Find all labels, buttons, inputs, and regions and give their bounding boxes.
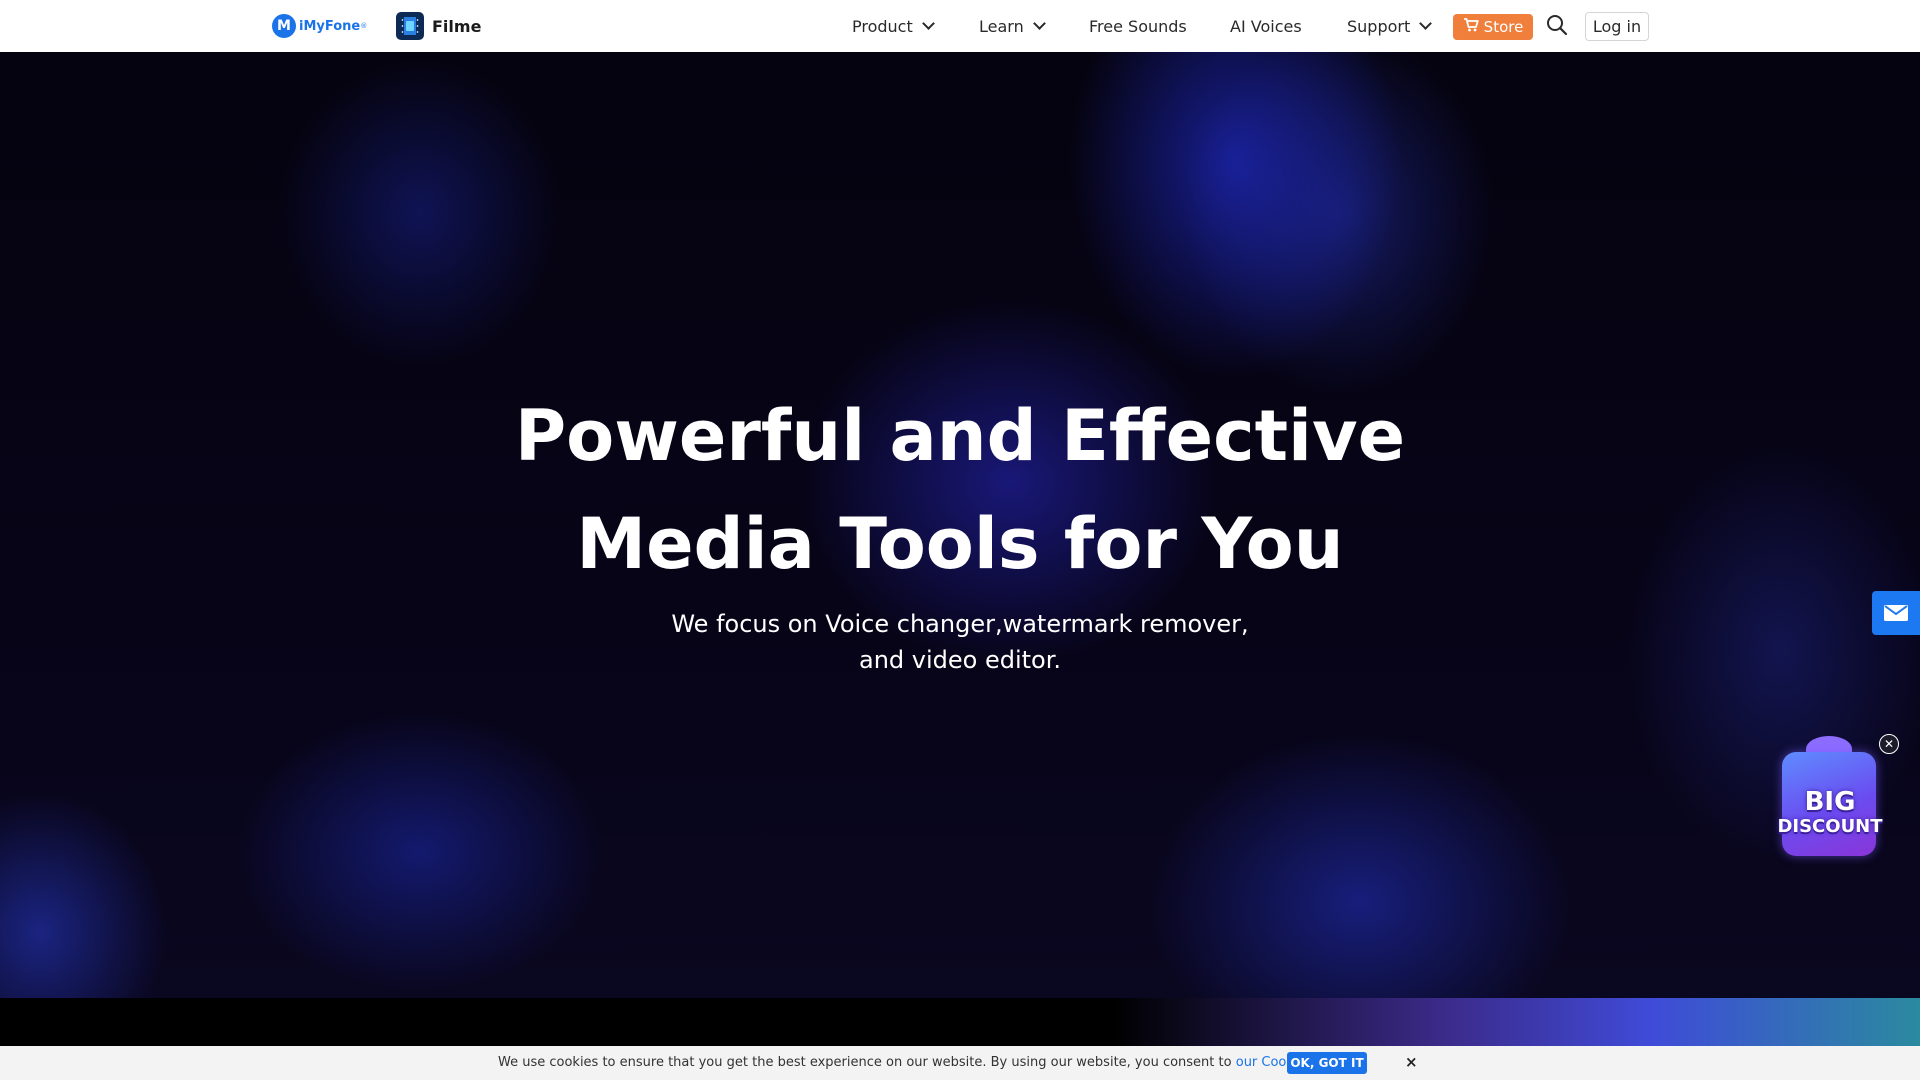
- cookie-accept-button[interactable]: OK, GOT IT: [1287, 1052, 1367, 1074]
- filme-logo-icon: [396, 12, 424, 40]
- promo-label: BIG DISCOUNT: [1768, 788, 1892, 838]
- cart-icon: [1463, 18, 1479, 36]
- imyfone-logo-text: iMyFone: [299, 18, 361, 34]
- store-label: Store: [1483, 18, 1524, 36]
- cookie-close-icon[interactable]: ×: [1405, 1053, 1419, 1071]
- store-button[interactable]: Store: [1453, 14, 1533, 40]
- nav-item-free-sounds[interactable]: Free Sounds: [1089, 15, 1187, 37]
- cookie-text: We use cookies to ensure that you get th…: [498, 1055, 1232, 1070]
- hero-title-line-2: Media Tools for You: [576, 503, 1344, 585]
- search-button[interactable]: [1545, 13, 1569, 37]
- nav-item-product[interactable]: Product: [852, 15, 935, 37]
- nav-item-label: AI Voices: [1230, 16, 1302, 36]
- filme-logo-text: Filme: [432, 16, 482, 36]
- cookie-consent-bar: We use cookies to ensure that you get th…: [0, 1046, 1920, 1080]
- big-discount-promo[interactable]: BIG DISCOUNT ✕: [1768, 730, 1899, 870]
- nav-item-support[interactable]: Support: [1347, 15, 1433, 37]
- nav-item-label: Support: [1347, 16, 1411, 36]
- chevron-down-icon: [1419, 17, 1433, 30]
- nav-item-ai-voices[interactable]: AI Voices: [1230, 15, 1302, 37]
- cookie-message: We use cookies to ensure that you get th…: [498, 1055, 1356, 1070]
- nav-item-label: Learn: [979, 16, 1024, 36]
- hero-title-line-1: Powerful and Effective: [514, 395, 1406, 477]
- hero-subtitle-line-1: We focus on Voice changer,watermark remo…: [671, 610, 1249, 638]
- hero-subtitle: We focus on Voice changer,watermark remo…: [0, 606, 1920, 678]
- chevron-down-icon: [1032, 17, 1046, 30]
- gradient-strip: [0, 998, 1920, 1046]
- contact-mail-button[interactable]: [1872, 591, 1920, 635]
- top-navigation-bar: M iMyFone ® Filme Product Learn Free Sou…: [0, 0, 1920, 52]
- mail-icon: [1884, 605, 1908, 621]
- hero-title: Powerful and Effective Media Tools for Y…: [0, 382, 1920, 598]
- imyfone-logo-icon: M: [272, 14, 296, 38]
- filme-logo-link[interactable]: Filme: [396, 12, 481, 40]
- nav-item-learn[interactable]: Learn: [979, 15, 1046, 37]
- close-icon[interactable]: ✕: [1879, 734, 1899, 754]
- hero-section: Powerful and Effective Media Tools for Y…: [0, 52, 1920, 998]
- registered-mark: ®: [360, 22, 368, 30]
- nav-item-label: Free Sounds: [1089, 16, 1187, 36]
- promo-line-2: DISCOUNT: [1777, 816, 1883, 837]
- search-icon: [1547, 15, 1568, 36]
- promo-line-1: BIG: [1804, 787, 1856, 817]
- login-button[interactable]: Log in: [1585, 12, 1649, 41]
- hero-subtitle-line-2: and video editor.: [858, 646, 1062, 674]
- imyfone-logo-link[interactable]: M iMyFone ®: [272, 11, 367, 41]
- chevron-down-icon: [921, 17, 935, 30]
- nav-item-label: Product: [852, 16, 913, 36]
- nav-container: M iMyFone ® Filme Product Learn Free Sou…: [270, 0, 1650, 52]
